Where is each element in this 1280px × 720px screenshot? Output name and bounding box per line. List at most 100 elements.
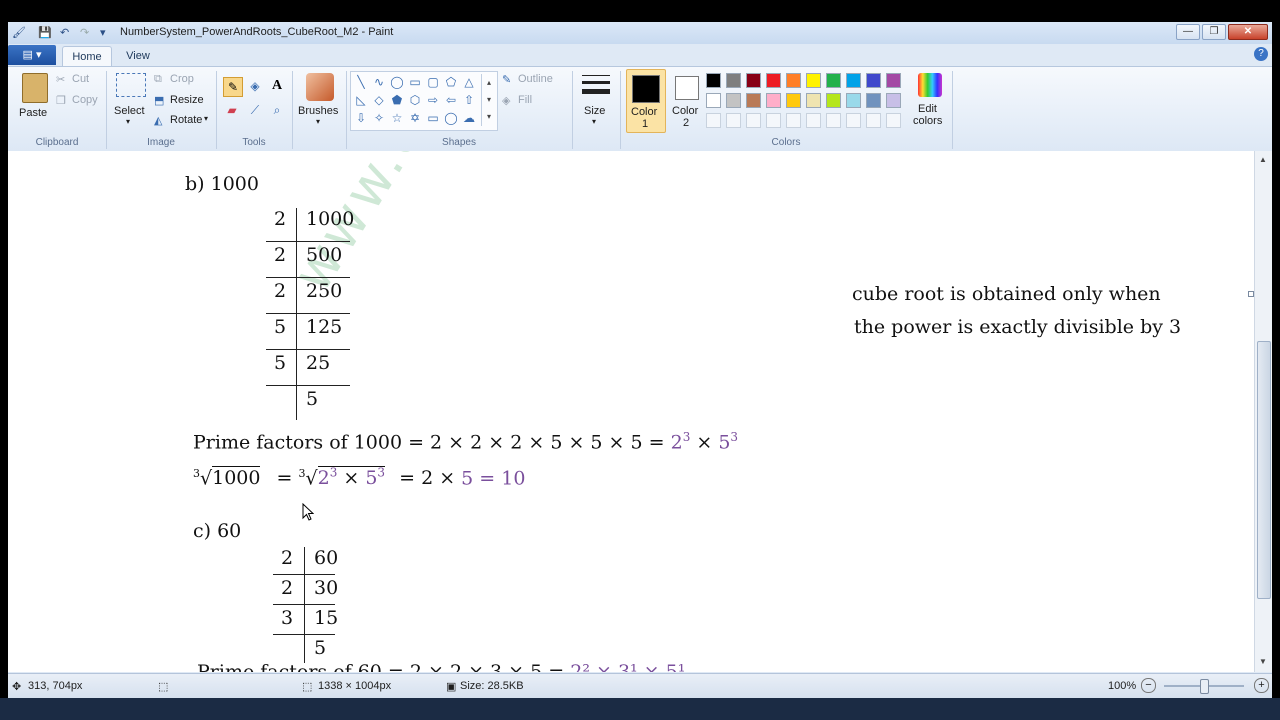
empty-color-swatch[interactable] [826, 113, 841, 128]
ladder-divider [304, 547, 305, 663]
drawing-canvas[interactable]: www.edu b) 1000 Prime factors of 1000 = … [8, 151, 1254, 672]
rect-callout-icon[interactable]: ▭ [425, 110, 441, 126]
empty-color-swatch[interactable] [746, 113, 761, 128]
color-swatch[interactable] [806, 93, 821, 108]
down-arrow-shape-icon[interactable]: ⇩ [353, 110, 369, 126]
color-swatch[interactable] [766, 73, 781, 88]
minimize-button[interactable]: — [1176, 24, 1200, 40]
oval-callout-icon[interactable]: ◯ [443, 110, 459, 126]
cloud-callout-icon[interactable]: ☁ [461, 110, 477, 126]
pencil-tool-icon[interactable]: ✎ [223, 77, 243, 97]
color-swatch[interactable] [746, 93, 761, 108]
magnifier-icon[interactable]: ⌕ [268, 101, 286, 119]
paint-app-icon[interactable]: 🖌 [12, 26, 26, 39]
empty-color-swatch[interactable] [706, 113, 721, 128]
save-icon[interactable]: 💾 [38, 26, 52, 39]
undo-icon[interactable]: ↶ [60, 26, 69, 39]
left-arrow-shape-icon[interactable]: ⇦ [443, 92, 459, 108]
five-point-star-icon[interactable]: ☆ [389, 110, 405, 126]
close-button[interactable]: ✕ [1228, 24, 1268, 40]
color-swatch[interactable] [806, 73, 821, 88]
polygon-shape-icon[interactable]: ⬠ [443, 74, 459, 90]
right-arrow-shape-icon[interactable]: ⇨ [425, 92, 441, 108]
up-arrow-shape-icon[interactable]: ⇧ [461, 92, 477, 108]
color2-button[interactable]: Color 2 [668, 69, 706, 131]
size-button[interactable]: Size ▾ [578, 71, 614, 129]
scroll-thumb[interactable] [1257, 341, 1271, 599]
curve-shape-icon[interactable]: ∿ [371, 74, 387, 90]
resize-button[interactable]: Resize [170, 94, 204, 106]
color-swatch[interactable] [766, 93, 781, 108]
outline-button[interactable]: Outline [518, 73, 553, 85]
color-swatch[interactable] [826, 73, 841, 88]
six-point-star-icon[interactable]: ✡ [407, 110, 423, 126]
shapes-scroll[interactable]: ▴ ▾ ▾ [481, 74, 496, 126]
zoom-in-button[interactable]: + [1254, 678, 1269, 693]
color-swatch[interactable] [726, 93, 741, 108]
empty-color-swatch[interactable] [766, 113, 781, 128]
color-swatch[interactable] [866, 73, 881, 88]
color-picker-icon[interactable]: ⟋ [246, 101, 264, 119]
color1-button[interactable]: Color 1 [626, 69, 666, 133]
tab-home[interactable]: Home [62, 46, 112, 67]
file-menu-button[interactable]: ▤ ▾ [8, 45, 56, 65]
empty-color-swatch[interactable] [866, 113, 881, 128]
color-swatch[interactable] [786, 93, 801, 108]
shapes-gallery[interactable]: ╲ ∿ ◯ ▭ ▢ ⬠ △ ◺ ◇ ⬟ ⬡ ⇨ ⇦ ⇧ ⇩ ✧ ☆ ✡ ▭ ◯ … [350, 71, 498, 131]
select-button[interactable]: Select ▾ [112, 71, 150, 129]
line-shape-icon[interactable]: ╲ [353, 74, 369, 90]
color-swatch[interactable] [846, 93, 861, 108]
diamond-shape-icon[interactable]: ◇ [371, 92, 387, 108]
copy-button[interactable]: Copy [72, 94, 98, 106]
divisor: 5 [274, 316, 287, 338]
color-swatch[interactable] [706, 73, 721, 88]
help-icon[interactable]: ? [1254, 47, 1268, 61]
quotient: 60 [314, 547, 339, 569]
redo-icon[interactable]: ↷ [80, 26, 89, 39]
resize-icon: ⬒ [154, 95, 165, 107]
crop-button[interactable]: Crop [170, 73, 194, 85]
empty-color-swatch[interactable] [886, 113, 901, 128]
four-point-star-icon[interactable]: ✧ [371, 110, 387, 126]
customize-qat-icon[interactable]: ▾ [100, 26, 106, 39]
tab-view[interactable]: View [114, 46, 162, 66]
paste-button[interactable]: Paste [16, 71, 56, 123]
restore-button[interactable]: ❐ [1202, 24, 1226, 40]
text-tool-icon[interactable]: A [268, 77, 286, 95]
empty-color-swatch[interactable] [806, 113, 821, 128]
color-swatch[interactable] [786, 73, 801, 88]
cut-button[interactable]: Cut [72, 73, 89, 85]
color-swatch[interactable] [706, 93, 721, 108]
right-triangle-shape-icon[interactable]: ◺ [353, 92, 369, 108]
eraser-tool-icon[interactable]: ▰ [223, 101, 241, 119]
color-swatch[interactable] [746, 73, 761, 88]
pentagon-shape-icon[interactable]: ⬟ [389, 92, 405, 108]
brushes-button[interactable]: Brushes ▾ [298, 71, 342, 129]
scroll-up-icon[interactable]: ▲ [1259, 155, 1267, 164]
zoom-out-button[interactable]: − [1141, 678, 1156, 693]
color-swatch[interactable] [826, 93, 841, 108]
divisor: 3 [281, 607, 294, 629]
chevron-down-icon: ▾ [592, 117, 597, 126]
color-swatch[interactable] [886, 73, 901, 88]
fill-tool-icon[interactable]: ◈ [246, 77, 264, 95]
empty-color-swatch[interactable] [786, 113, 801, 128]
color-swatch[interactable] [846, 73, 861, 88]
rotate-button[interactable]: Rotate [170, 114, 202, 126]
color-swatch[interactable] [866, 93, 881, 108]
rectangle-shape-icon[interactable]: ▭ [407, 74, 423, 90]
empty-color-swatch[interactable] [726, 113, 741, 128]
vertical-scrollbar[interactable]: ▲ ▼ [1254, 151, 1272, 672]
scroll-down-icon[interactable]: ▼ [1259, 657, 1267, 666]
triangle-shape-icon[interactable]: △ [461, 74, 477, 90]
color-swatch[interactable] [726, 73, 741, 88]
hexagon-shape-icon[interactable]: ⬡ [407, 92, 423, 108]
oval-shape-icon[interactable]: ◯ [389, 74, 405, 90]
fill-button[interactable]: Fill [518, 94, 532, 106]
rounded-rect-shape-icon[interactable]: ▢ [425, 74, 441, 90]
edit-colors-button[interactable]: Edit colors [912, 71, 948, 129]
color-swatch[interactable] [886, 93, 901, 108]
empty-color-swatch[interactable] [846, 113, 861, 128]
zoom-slider-thumb[interactable] [1200, 679, 1209, 694]
prime-factors-1000: Prime factors of 1000 = 2 × 2 × 2 × 5 × … [193, 430, 739, 454]
